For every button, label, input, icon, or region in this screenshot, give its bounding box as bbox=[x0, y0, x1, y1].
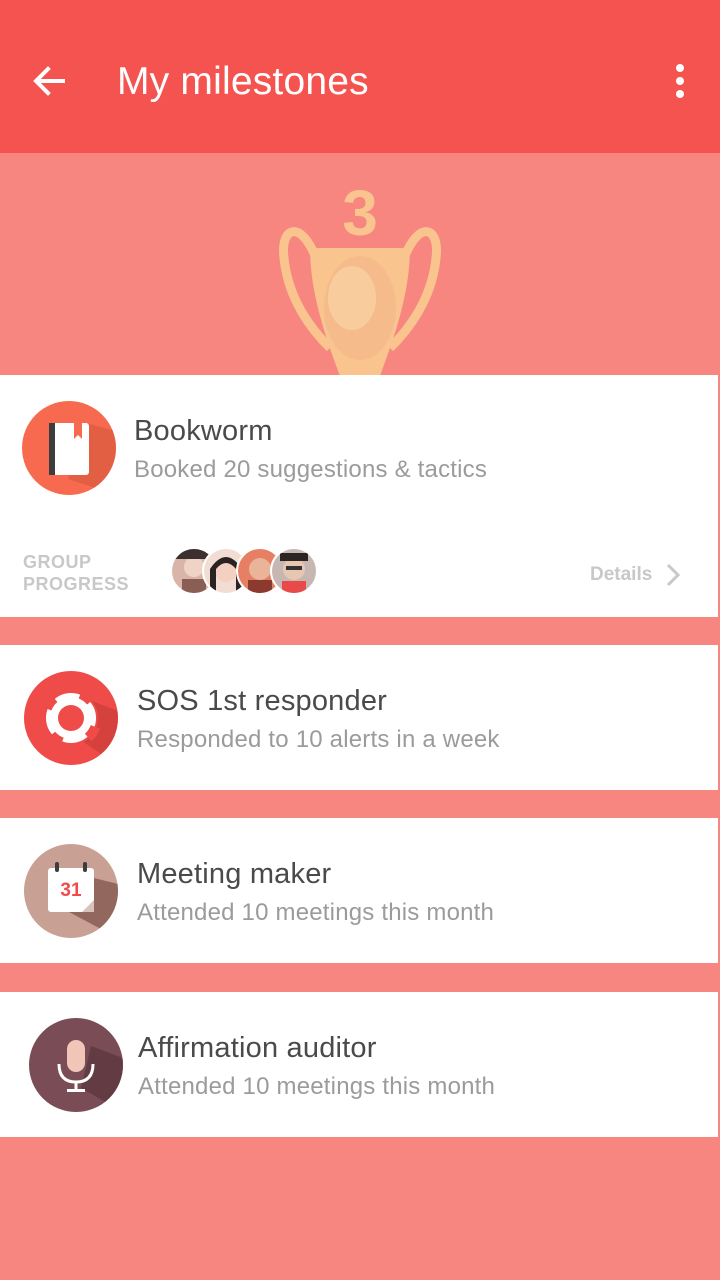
badge-affirmation-auditor bbox=[29, 1018, 123, 1112]
microphone-icon bbox=[57, 1040, 123, 1112]
milestone-card-sos[interactable]: SOS 1st responder Responded to 10 alerts… bbox=[0, 645, 718, 790]
details-label: Details bbox=[590, 564, 653, 585]
milestone-card-meeting-maker[interactable]: 31 Meeting maker Attended 10 meetings th… bbox=[0, 818, 718, 963]
milestone-subtitle: Attended 10 meetings this month bbox=[138, 1073, 496, 1100]
milestone-title: Bookworm bbox=[134, 415, 273, 447]
badge-bookworm bbox=[22, 401, 116, 495]
group-avatars bbox=[170, 547, 322, 595]
milestone-subtitle: Attended 10 meetings this month bbox=[137, 899, 495, 926]
milestone-title: SOS 1st responder bbox=[137, 685, 388, 717]
more-vert-icon bbox=[676, 64, 684, 98]
milestone-subtitle: Responded to 10 alerts in a week bbox=[137, 726, 500, 753]
avatar bbox=[270, 547, 318, 595]
details-link[interactable]: Details bbox=[590, 561, 684, 589]
page-title: My milestones bbox=[117, 60, 369, 103]
lifebuoy-icon bbox=[40, 687, 118, 765]
app-bar: My milestones bbox=[0, 0, 720, 153]
milestone-title: Affirmation auditor bbox=[138, 1032, 377, 1064]
milestone-subtitle: Booked 20 suggestions & tactics bbox=[134, 456, 488, 483]
milestone-title: Meeting maker bbox=[137, 858, 332, 890]
milestone-card-bookworm[interactable]: Bookworm Booked 20 suggestions & tactics… bbox=[0, 375, 718, 617]
group-progress-label: GROUP PROGRESS bbox=[23, 552, 130, 594]
back-button[interactable] bbox=[24, 56, 74, 106]
badge-meeting-maker: 31 bbox=[24, 844, 118, 938]
calendar-day: 31 bbox=[60, 880, 82, 901]
trophy-count: 3 bbox=[342, 177, 378, 249]
arrow-back-icon bbox=[33, 66, 65, 96]
overflow-menu-button[interactable] bbox=[660, 56, 700, 106]
trophy: 3 bbox=[270, 178, 450, 376]
book-icon bbox=[49, 423, 116, 495]
chevron-right-icon bbox=[667, 563, 681, 587]
milestone-card-affirmation-auditor[interactable]: Affirmation auditor Attended 10 meetings… bbox=[0, 992, 718, 1137]
badge-sos bbox=[24, 671, 118, 765]
